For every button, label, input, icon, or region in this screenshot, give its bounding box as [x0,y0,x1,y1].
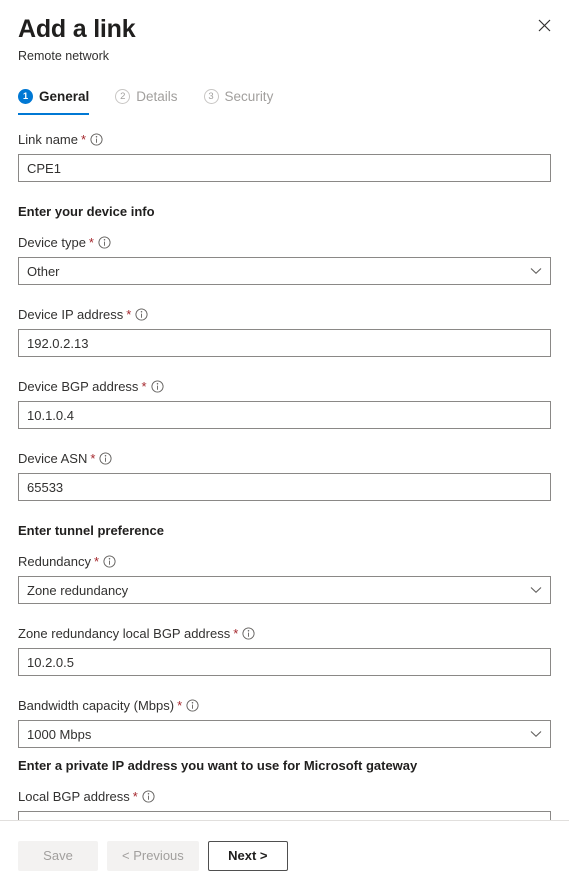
required-indicator: * [94,554,100,569]
device-type-select[interactable]: Other [18,257,551,285]
device-bgp-address-label: Device BGP address * [18,378,551,395]
required-indicator: * [90,451,96,466]
required-indicator: * [80,132,87,147]
required-indicator: * [177,698,183,713]
device-type-select-value[interactable]: Other [18,257,551,285]
close-button[interactable] [529,10,559,40]
tab-label: Details [136,88,178,104]
panel-subtitle: Remote network [18,49,110,63]
field-label-text: Redundancy [18,554,91,569]
info-icon[interactable] [242,627,255,640]
required-indicator: * [141,379,147,394]
info-icon[interactable] [103,555,116,568]
tab-security[interactable]: 3 Security [203,81,274,111]
required-indicator: * [233,626,239,641]
info-icon[interactable] [90,133,103,146]
device-info-section-heading: Enter your device info [18,204,155,219]
tab-general[interactable]: 1 General [18,81,90,115]
device-ip-address-input[interactable] [18,329,551,357]
required-indicator: * [132,789,138,804]
save-button[interactable]: Save [18,840,98,871]
tab-label: Security [224,88,274,104]
device-asn-input[interactable] [18,473,551,501]
local-bgp-address-label: Local BGP address * [18,788,551,805]
field-label-text: Bandwidth capacity (Mbps) [18,698,175,713]
redundancy-label: Redundancy * [18,553,551,570]
gateway-section-heading: Enter a private IP address you want to u… [18,758,418,773]
tab-step-badge: 3 [203,88,219,104]
footer-actions: Save < Previous Next > [0,820,569,890]
field-label-text: Device ASN [18,451,88,466]
info-icon[interactable] [186,699,199,712]
bandwidth-capacity-select-value[interactable]: 1000 Mbps [18,720,551,748]
device-ip-address-label: Device IP address * [18,306,551,323]
field-label-text: Zone redundancy local BGP address [18,626,231,641]
tab-label: General [39,88,90,104]
previous-button[interactable]: < Previous [107,840,199,871]
bandwidth-capacity-label: Bandwidth capacity (Mbps) * [18,697,551,714]
zone-redundancy-local-bgp-address-label: Zone redundancy local BGP address * [18,625,551,642]
field-label-text: Local BGP address [18,789,130,804]
info-icon[interactable] [142,790,155,803]
bandwidth-capacity-select[interactable]: 1000 Mbps [18,720,551,748]
device-type-label: Device type * [18,234,551,251]
add-link-form: Link name * Enter your device info Devic… [0,131,569,839]
link-name-label: Link name * [18,131,551,148]
tab-step-badge: 2 [115,88,131,104]
field-label-text: Device BGP address [18,379,139,394]
next-button[interactable]: Next > [207,840,288,871]
redundancy-select[interactable]: Zone redundancy [18,576,551,604]
link-name-input[interactable] [18,154,551,182]
required-indicator: * [88,235,94,250]
field-label-text: Device IP address [18,307,124,322]
field-label-text: Link name [18,132,78,147]
info-icon[interactable] [135,308,148,321]
required-indicator: * [126,307,132,322]
info-icon[interactable] [150,380,164,393]
close-icon [538,19,551,32]
tab-step-badge: 1 [18,88,33,104]
redundancy-select-value[interactable]: Zone redundancy [18,576,551,604]
page-title: Add a link [18,15,136,43]
field-label-text: Device type [18,235,86,250]
info-icon[interactable] [99,452,112,465]
tab-details[interactable]: 2 Details [115,81,178,111]
zone-redundancy-local-bgp-address-input[interactable] [18,648,551,676]
wizard-tabs: 1 General 2 Details 3 Security [0,81,569,115]
info-icon[interactable] [98,236,111,249]
device-bgp-address-input[interactable] [18,401,551,429]
tunnel-preference-section-heading: Enter tunnel preference [18,523,164,538]
device-asn-label: Device ASN * [18,450,551,467]
panel-header: Add a link Remote network [0,0,569,65]
